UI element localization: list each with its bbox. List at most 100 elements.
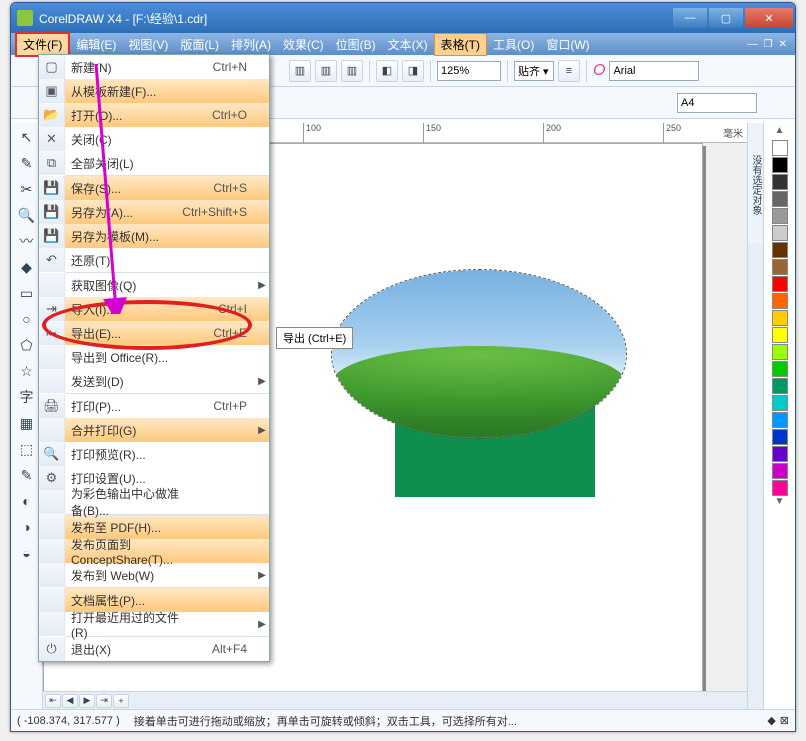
- menu-view[interactable]: 视图(V): [122, 34, 174, 55]
- menu-effect[interactable]: 效果(C): [277, 34, 330, 55]
- oval-bitmap-object[interactable]: [331, 269, 627, 439]
- palette-scroll-down[interactable]: ▼: [775, 496, 785, 510]
- pick-tool[interactable]: ↖: [15, 125, 39, 149]
- menu-bitmap[interactable]: 位图(B): [330, 34, 382, 55]
- page-nav-last[interactable]: ⇥: [96, 694, 112, 708]
- toolbar-button[interactable]: ▥: [341, 60, 363, 82]
- toolbar-button[interactable]: ≡: [558, 60, 580, 82]
- outline-tool[interactable]: ◐: [15, 489, 39, 513]
- color-swatch[interactable]: [772, 463, 788, 479]
- window-maximize-button[interactable]: ▢: [709, 8, 743, 28]
- menu-edit[interactable]: 编辑(E): [70, 34, 122, 55]
- docker-tab[interactable]: 没有选定对象: [747, 123, 763, 243]
- snap-dropdown[interactable]: [514, 61, 554, 81]
- color-swatch[interactable]: [772, 480, 788, 496]
- toolbar-button[interactable]: ◧: [376, 60, 398, 82]
- polygon-tool[interactable]: ⬠: [15, 333, 39, 357]
- file-menu-item[interactable]: 获取图像(Q)▶: [39, 273, 269, 297]
- file-menu-item[interactable]: 合并打印(G)▶: [39, 418, 269, 442]
- toolbar-button[interactable]: ▥: [289, 60, 311, 82]
- doc-restore-button[interactable]: ❐: [764, 39, 773, 50]
- file-menu-item[interactable]: 📂打开(O)...Ctrl+O: [39, 103, 269, 127]
- color-swatch[interactable]: [772, 259, 788, 275]
- color-swatch[interactable]: [772, 208, 788, 224]
- file-menu-item[interactable]: 发布页面到 ConceptShare(T)...: [39, 539, 269, 563]
- menu-window[interactable]: 窗口(W): [540, 34, 595, 55]
- page-add[interactable]: +: [113, 694, 129, 708]
- menu-text[interactable]: 文本(X): [382, 34, 434, 55]
- crop-tool[interactable]: ✂: [15, 177, 39, 201]
- ellipse-tool[interactable]: ○: [15, 307, 39, 331]
- color-swatch[interactable]: [772, 242, 788, 258]
- menu-tool[interactable]: 工具(O): [487, 34, 540, 55]
- file-menu-item[interactable]: ▣从模板新建(F)...: [39, 79, 269, 103]
- color-swatch[interactable]: [772, 310, 788, 326]
- menu-arrange[interactable]: 排列(A): [225, 34, 277, 55]
- eyedropper-tool[interactable]: ✎: [15, 463, 39, 487]
- file-menu-item[interactable]: 💾另存为模板(M)...: [39, 224, 269, 248]
- file-menu-item[interactable]: 为彩色输出中心做准备(B)...: [39, 490, 269, 514]
- rectangle-tool[interactable]: ▭: [15, 281, 39, 305]
- smart-fill-tool[interactable]: ◆: [15, 255, 39, 279]
- fill-indicator-icon[interactable]: ◆: [767, 714, 775, 727]
- text-tool[interactable]: 字: [15, 385, 39, 409]
- color-swatch[interactable]: [772, 140, 788, 156]
- color-swatch[interactable]: [772, 174, 788, 190]
- basic-shapes-tool[interactable]: ☆: [15, 359, 39, 383]
- file-menu-item[interactable]: 打开最近用过的文件(R)▶: [39, 612, 269, 636]
- color-swatch[interactable]: [772, 446, 788, 462]
- zoom-input[interactable]: [437, 61, 501, 81]
- file-menu-item[interactable]: 导出到 Office(R)...: [39, 345, 269, 369]
- file-menu-item[interactable]: 💾保存(S)...Ctrl+S: [39, 176, 269, 200]
- file-menu-item[interactable]: ⏻退出(X)Alt+F4: [39, 637, 269, 661]
- zoom-tool[interactable]: 🔍: [15, 203, 39, 227]
- file-menu-item[interactable]: 💾另存为(A)...Ctrl+Shift+S: [39, 200, 269, 224]
- color-swatch[interactable]: [772, 412, 788, 428]
- page-nav-prev[interactable]: ◀: [62, 694, 78, 708]
- palette-scroll-up[interactable]: ▲: [775, 125, 785, 139]
- window-close-button[interactable]: ✕: [745, 8, 793, 28]
- doc-close-button[interactable]: ✕: [779, 39, 787, 50]
- file-menu-item[interactable]: ⇤导出(E)...Ctrl+E: [39, 321, 269, 345]
- color-swatch[interactable]: [772, 157, 788, 173]
- color-swatch[interactable]: [772, 361, 788, 377]
- freehand-tool[interactable]: 〰: [15, 229, 39, 253]
- interactive-fill-tool[interactable]: ◒: [15, 541, 39, 565]
- horizontal-scrollbar[interactable]: ⇤ ◀ ▶ ⇥ +: [43, 691, 747, 709]
- file-menu-item[interactable]: 🔍打印预览(R)...: [39, 442, 269, 466]
- file-menu-item[interactable]: ⧉全部关闭(L): [39, 151, 269, 175]
- file-menu-item[interactable]: 发布到 Web(W)▶: [39, 563, 269, 587]
- toolbar-button[interactable]: ◨: [402, 60, 424, 82]
- menu-layout[interactable]: 版面(L): [174, 34, 225, 55]
- file-menu-item[interactable]: 🖨打印(P)...Ctrl+P: [39, 394, 269, 418]
- file-menu-item[interactable]: 发送到(D)▶: [39, 369, 269, 393]
- file-menu-item[interactable]: ↶还原(T): [39, 248, 269, 272]
- color-swatch[interactable]: [772, 293, 788, 309]
- color-swatch[interactable]: [772, 191, 788, 207]
- outline-indicator-icon[interactable]: ⊠: [780, 714, 789, 727]
- menu-file[interactable]: 文件(F): [15, 32, 70, 57]
- window-minimize-button[interactable]: —: [673, 8, 707, 28]
- menu-item-label: 导出(E)...: [65, 325, 181, 342]
- file-menu-item[interactable]: ⇥导入(I)...Ctrl+I: [39, 297, 269, 321]
- file-menu-item[interactable]: ✕关闭(C): [39, 127, 269, 151]
- toolbar-button[interactable]: ▥: [315, 60, 337, 82]
- color-swatch[interactable]: [772, 344, 788, 360]
- page-nav-first[interactable]: ⇤: [45, 694, 61, 708]
- color-swatch[interactable]: [772, 225, 788, 241]
- color-swatch[interactable]: [772, 276, 788, 292]
- color-swatch[interactable]: [772, 378, 788, 394]
- menu-table[interactable]: 表格(T): [434, 33, 487, 56]
- page-nav-next[interactable]: ▶: [79, 694, 95, 708]
- color-swatch[interactable]: [772, 429, 788, 445]
- fill-tool[interactable]: ◑: [15, 515, 39, 539]
- doc-minimize-button[interactable]: —: [748, 39, 758, 50]
- table-tool[interactable]: ▦: [15, 411, 39, 435]
- paper-size-dropdown[interactable]: [677, 93, 757, 113]
- file-menu-item[interactable]: ▢新建(N)Ctrl+N: [39, 55, 269, 79]
- color-swatch[interactable]: [772, 395, 788, 411]
- color-swatch[interactable]: [772, 327, 788, 343]
- interactive-tool[interactable]: ⬚: [15, 437, 39, 461]
- font-dropdown[interactable]: [609, 61, 699, 81]
- shape-tool[interactable]: ✎: [15, 151, 39, 175]
